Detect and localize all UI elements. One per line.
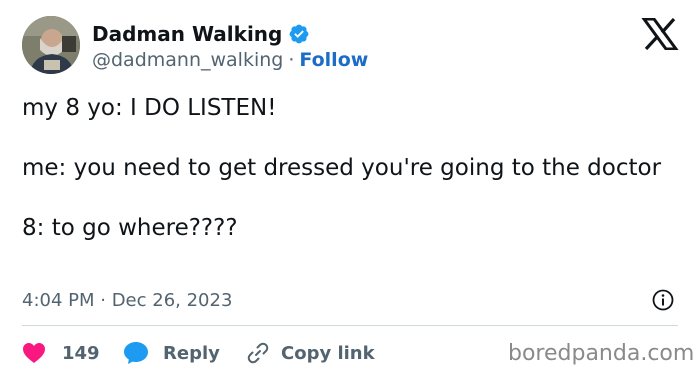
- separator-dot: ·: [288, 49, 295, 71]
- author-handle[interactable]: @dadmann_walking: [92, 49, 283, 71]
- reply-bubble-icon: [124, 342, 148, 364]
- author-handle-row: @dadmann_walking · Follow: [92, 48, 368, 72]
- avatar-image: [22, 16, 80, 74]
- reply-button[interactable]: Reply: [123, 341, 220, 365]
- divider: [22, 325, 678, 326]
- verified-badge-icon: [288, 23, 310, 45]
- watermark: boredpanda.com: [508, 341, 695, 366]
- tweet-timestamp[interactable]: 4:04 PM · Dec 26, 2023: [22, 288, 232, 312]
- author-name-row: Dadman Walking: [92, 21, 310, 47]
- tweet-text: my 8 yo: I DO LISTEN! me: you need to ge…: [22, 95, 662, 241]
- copy-link-button[interactable]: Copy link: [247, 342, 375, 364]
- avatar[interactable]: [22, 16, 80, 74]
- tweet-card: Dadman Walking @dadmann_walking · Follow…: [0, 0, 700, 379]
- info-icon[interactable]: [651, 288, 675, 312]
- copy-link-label: Copy link: [281, 342, 375, 364]
- link-icon: [247, 342, 269, 364]
- x-logo-icon[interactable]: [641, 18, 679, 50]
- reply-label: Reply: [163, 342, 220, 364]
- heart-icon: [23, 343, 45, 363]
- like-button[interactable]: 149: [22, 342, 123, 364]
- author-display-name[interactable]: Dadman Walking: [92, 22, 282, 46]
- like-count: 149: [62, 342, 100, 364]
- follow-button[interactable]: Follow: [299, 49, 368, 71]
- action-bar: 149 Reply Copy link: [22, 339, 375, 367]
- timestamp-text[interactable]: 4:04 PM · Dec 26, 2023: [22, 290, 232, 311]
